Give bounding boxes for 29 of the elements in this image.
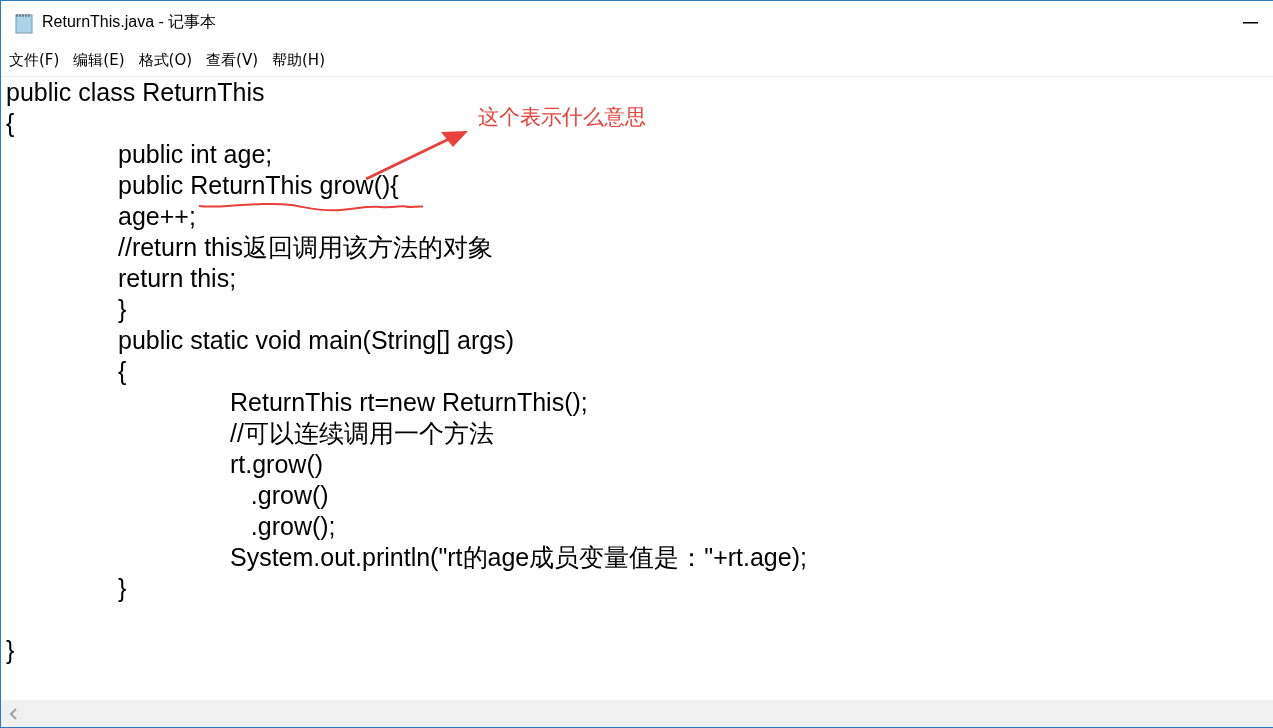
code-line: //可以连续调用一个方法 [229, 418, 494, 449]
code-line: } [6, 635, 15, 666]
code-line: System.out.println("rt的age成员变量值是："+rt.age); [229, 542, 807, 573]
horizontal-scrollbar[interactable] [1, 700, 1273, 727]
menu-item[interactable]: 编辑(E) [73, 50, 125, 70]
code-line: .grow(); [249, 511, 336, 542]
code-line: } [117, 294, 127, 325]
scroll-left-icon [9, 707, 17, 720]
code-line: { [6, 108, 15, 139]
code-line: public int age; [117, 139, 273, 170]
notepad-icon [14, 11, 34, 34]
annotation-text: 这个表示什么意思 [478, 104, 646, 131]
code-line: { [117, 356, 127, 387]
code-line: public class ReturnThis [6, 77, 265, 108]
minimize-icon [1242, 21, 1258, 24]
menu-item[interactable]: 帮助(H) [272, 50, 325, 70]
code-line: ReturnThis rt=new ReturnThis(); [229, 387, 588, 418]
code-line: age++; [117, 201, 196, 232]
code-line: public ReturnThis grow(){ [117, 170, 399, 201]
code-line: return this; [117, 263, 237, 294]
menu-item[interactable]: 格式(O) [138, 50, 193, 70]
window-title: ReturnThis.java - 记事本 [42, 12, 217, 32]
menu-item[interactable]: 文件(F) [9, 50, 60, 70]
code-line: .grow() [249, 480, 329, 511]
code-line: //return this返回调用该方法的对象 [117, 232, 494, 263]
code-line: } [117, 573, 127, 604]
menu-item[interactable]: 查看(V) [206, 50, 258, 70]
code-line: rt.grow() [229, 449, 324, 480]
code-line: public static void main(String[] args) [117, 325, 514, 356]
